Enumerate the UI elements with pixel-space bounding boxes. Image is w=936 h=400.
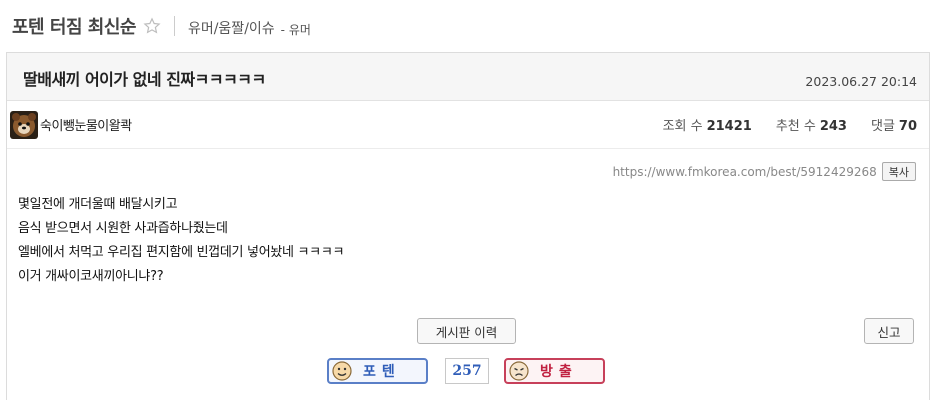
- author-name[interactable]: 숙이뺑눈물이왈콱: [40, 115, 132, 134]
- author[interactable]: 숙이뺑눈물이왈콱: [10, 110, 132, 139]
- post-title: 딸배새끼 어이가 없네 진짜ㅋㅋㅋㅋㅋ: [23, 69, 266, 89]
- body-line: 음식 받으면서 시원한 사과즙하나줬는데: [18, 221, 228, 236]
- category-path[interactable]: 유머/움짤/이슈: [188, 18, 275, 38]
- copy-url-button[interactable]: 복사: [881, 162, 916, 181]
- board-title[interactable]: 포텐 터짐 최신순: [12, 13, 136, 39]
- vote-count: 257: [445, 358, 489, 384]
- post-url[interactable]: https://www.fmkorea.com/best/5912429268: [613, 165, 877, 179]
- vote-up-label: 포텐: [363, 364, 401, 380]
- avatar: [10, 110, 38, 139]
- vote-down-button[interactable]: 방출: [504, 358, 605, 384]
- report-button[interactable]: 신고: [864, 318, 914, 344]
- post-date: 2023.06.27 20:14: [805, 74, 917, 89]
- category-sub[interactable]: - 유머: [281, 21, 311, 38]
- smile-face-icon: [331, 360, 353, 382]
- star-icon[interactable]: [142, 16, 162, 36]
- recommend-count: 추천 수 243: [775, 119, 847, 134]
- sad-face-icon: [508, 360, 530, 382]
- post-meta: 숙이뺑눈물이왈콱 조회 수 21421 추천 수 243 댓글 70: [7, 101, 929, 149]
- view-count: 조회 수 21421: [662, 119, 752, 134]
- vote-up-button[interactable]: 포텐: [327, 358, 428, 384]
- board-history-button[interactable]: 게시판 이력: [417, 318, 516, 344]
- divider: [173, 16, 175, 36]
- body-line: 이거 개싸이코새끼아니냐??: [18, 269, 164, 284]
- body-line: 엘베에서 처먹고 우리집 편지함에 빈껍데기 넣어놨네 ㅋㅋㅋㅋ: [18, 245, 345, 260]
- body-line: 몇일전에 개더울때 배달시키고: [18, 197, 178, 212]
- post-title-bar: 딸배새끼 어이가 없네 진짜ㅋㅋㅋㅋㅋ 2023.06.27 20:14: [7, 53, 929, 101]
- article: 딸배새끼 어이가 없네 진짜ㅋㅋㅋㅋㅋ 2023.06.27 20:14 숙이뺑…: [6, 52, 930, 400]
- post-stats: 조회 수 21421 추천 수 243 댓글 70: [639, 115, 917, 134]
- vote-area: 포텐 257 방출: [7, 357, 931, 387]
- comment-count[interactable]: 댓글 70: [871, 115, 917, 134]
- post-url-row: https://www.fmkorea.com/best/5912429268 …: [613, 162, 916, 181]
- vote-down-label: 방출: [540, 364, 578, 380]
- board-header: 포텐 터짐 최신순 유머/움짤/이슈 - 유머: [0, 0, 936, 52]
- post-body: 몇일전에 개더울때 배달시키고 음식 받으면서 시원한 사과즙하나줬는데 엘베에…: [18, 193, 344, 289]
